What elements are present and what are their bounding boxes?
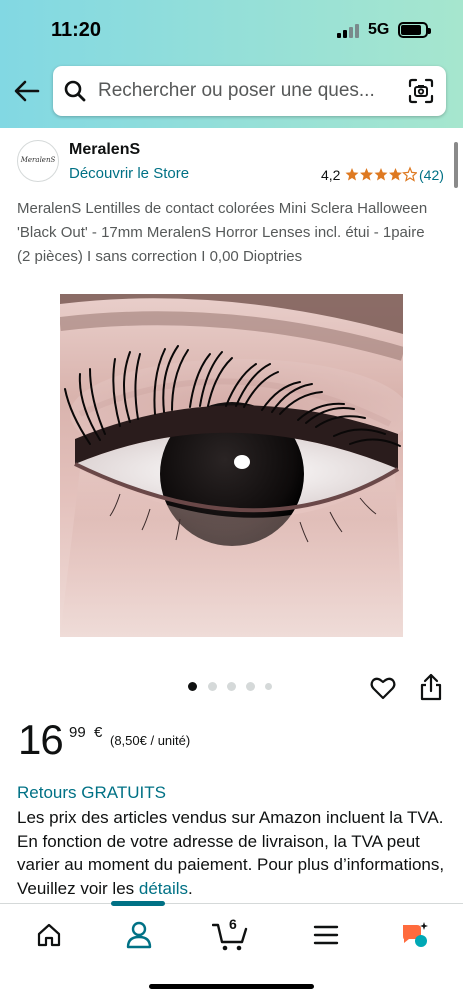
price-whole: 16 xyxy=(18,716,64,763)
home-icon[interactable] xyxy=(32,918,66,952)
carousel-dot[interactable] xyxy=(188,682,197,691)
price-currency: € xyxy=(94,724,103,741)
rating-value[interactable]: 4,2 xyxy=(321,167,340,183)
header: 11:20 5G Rechercher ou poser une ques... xyxy=(0,0,463,128)
heart-icon[interactable] xyxy=(370,675,396,701)
search-icon xyxy=(63,79,87,103)
battery-icon xyxy=(398,22,431,38)
free-returns-link[interactable]: Retours GRATUITS xyxy=(17,783,166,803)
account-icon[interactable] xyxy=(122,918,156,952)
seller-logo-text: MeralenS xyxy=(20,156,56,164)
search-placeholder: Rechercher ou poser une ques... xyxy=(98,80,375,101)
vat-details-link[interactable]: détails xyxy=(139,879,188,898)
share-icon[interactable] xyxy=(419,673,443,701)
menu-icon[interactable] xyxy=(309,918,343,952)
back-arrow-icon[interactable] xyxy=(12,76,42,106)
rating-count[interactable]: (42) xyxy=(419,167,444,183)
vat-notice: Les prix des articles vendus sur Amazon … xyxy=(17,806,447,900)
signal-icon xyxy=(337,22,361,38)
price-fraction: 99 xyxy=(69,724,86,741)
search-input[interactable]: Rechercher ou poser une ques... xyxy=(53,66,446,116)
carousel-dot[interactable] xyxy=(227,682,236,691)
vat-notice-suffix: . xyxy=(188,878,193,898)
vat-notice-text: Les prix des articles vendus sur Amazon … xyxy=(17,808,445,898)
rating-stars[interactable] xyxy=(345,166,418,185)
stars-icon xyxy=(345,167,418,182)
carousel-dot[interactable] xyxy=(208,682,217,691)
camera-scan-icon[interactable] xyxy=(408,78,434,104)
unit-price: (8,50€ / unité) xyxy=(110,733,191,748)
carousel-dot[interactable] xyxy=(265,683,272,690)
product-image[interactable] xyxy=(60,294,403,637)
carousel-dot[interactable] xyxy=(246,682,255,691)
product-title: MeralenS Lentilles de contact colorées M… xyxy=(17,200,428,265)
cart-count: 6 xyxy=(229,916,237,932)
rufus-ai-icon[interactable] xyxy=(398,918,432,952)
seller-name[interactable]: MeralenS xyxy=(69,141,140,159)
network-label: 5G xyxy=(368,21,390,38)
home-indicator[interactable] xyxy=(149,984,314,989)
status-time: 11:20 xyxy=(51,19,102,41)
seller-logo[interactable]: MeralenS xyxy=(17,140,59,182)
visit-store-link[interactable]: Découvrir le Store xyxy=(69,165,189,182)
active-tab-indicator xyxy=(111,901,165,906)
eye-with-black-lens-image xyxy=(60,294,403,637)
cart-icon[interactable]: 6 xyxy=(211,916,252,952)
scrollbar[interactable] xyxy=(454,142,458,188)
